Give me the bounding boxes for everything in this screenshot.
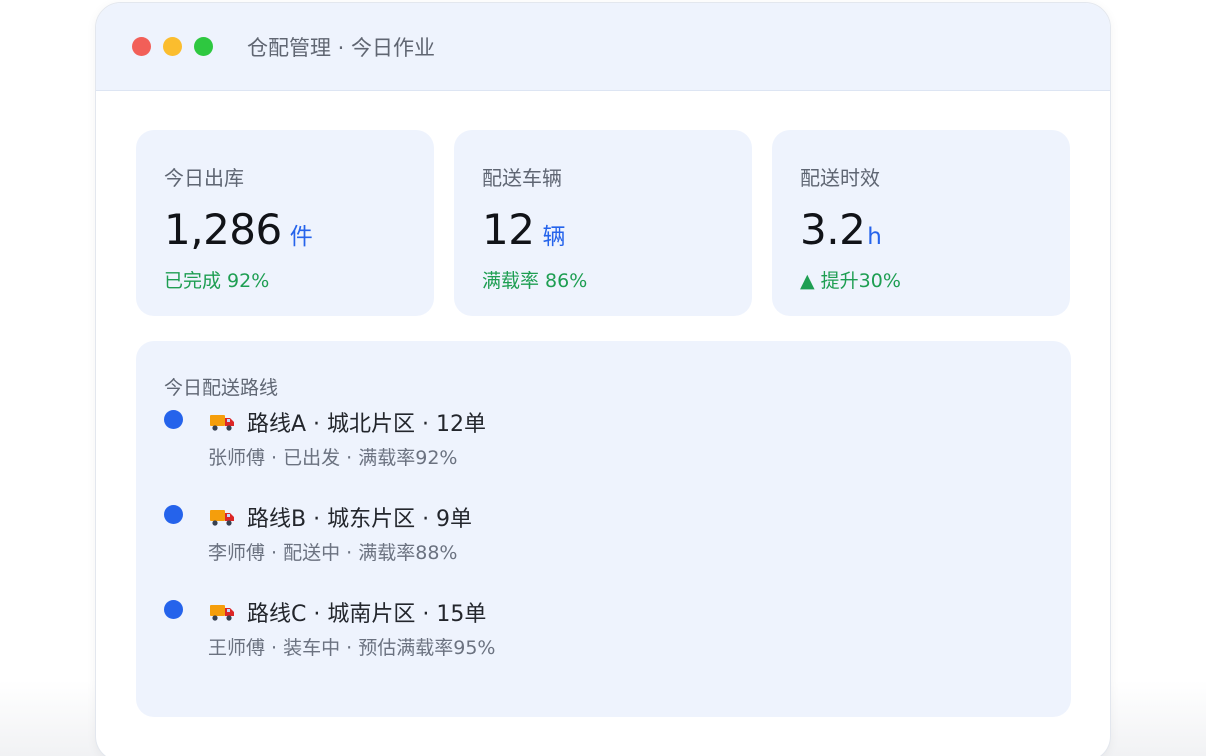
stat-value: 12: [482, 205, 535, 254]
route-name: 路线A · 城北片区 · 12单: [247, 412, 487, 437]
route-detail: 李师傅 · 配送中 · 满载率88%: [208, 542, 458, 564]
stat-card-delivery-time: 配送时效 3.2 h ▲ 提升30%: [772, 130, 1070, 316]
stat-subtext: 满载率 86%: [482, 270, 588, 292]
route-name: 路线C · 城南片区 · 15单: [247, 602, 487, 627]
title-bar: 仓配管理 · 今日作业: [96, 3, 1110, 91]
truck-icon: [210, 510, 234, 526]
stat-unit: 件: [289, 224, 313, 250]
stat-card-vehicles: 配送车辆 12 辆 满载率 86%: [454, 130, 752, 316]
app-window: 仓配管理 · 今日作业 今日出库 1,286 件 已完成 92% 配送车辆 12…: [95, 2, 1111, 756]
truck-icon: [210, 415, 234, 431]
close-window-button[interactable]: [132, 37, 151, 56]
window-title: 仓配管理 · 今日作业: [247, 35, 436, 60]
stat-card-outbound: 今日出库 1,286 件 已完成 92%: [136, 130, 434, 316]
stat-value: 3.2: [800, 205, 866, 254]
stat-unit: 辆: [542, 224, 566, 250]
routes-title: 今日配送路线: [164, 377, 279, 399]
route-status-dot: [164, 505, 183, 524]
route-item[interactable]: 路线A · 城北片区 · 12单 张师傅 · 已出发 · 满载率92%: [164, 400, 1071, 495]
page: 仓配管理 · 今日作业 今日出库 1,286 件 已完成 92% 配送车辆 12…: [0, 0, 1206, 756]
route-detail: 张师傅 · 已出发 · 满载率92%: [208, 447, 458, 469]
route-item[interactable]: 路线C · 城南片区 · 15单 王师傅 · 装车中 · 预估满载率95%: [164, 590, 1071, 685]
stat-unit: h: [867, 224, 882, 250]
stat-value: 1,286: [164, 205, 282, 254]
minimize-window-button[interactable]: [163, 37, 182, 56]
route-detail: 王师傅 · 装车中 · 预估满载率95%: [208, 637, 496, 659]
route-item[interactable]: 路线B · 城东片区 · 9单 李师傅 · 配送中 · 满载率88%: [164, 495, 1071, 590]
stat-label: 配送车辆: [482, 166, 562, 190]
maximize-window-button[interactable]: [194, 37, 213, 56]
stat-subtext: ▲ 提升30%: [800, 270, 901, 292]
route-status-dot: [164, 600, 183, 619]
stat-label: 配送时效: [800, 166, 880, 190]
stat-subtext: 已完成 92%: [164, 270, 270, 292]
truck-icon: [210, 605, 234, 621]
stat-label: 今日出库: [164, 166, 244, 190]
routes-panel: 今日配送路线 路线A · 城北片区 · 12单 张师傅 · 已出发 · 满载率9…: [136, 341, 1071, 717]
route-name: 路线B · 城东片区 · 9单: [247, 507, 473, 532]
route-status-dot: [164, 410, 183, 429]
stats-row: 今日出库 1,286 件 已完成 92% 配送车辆 12 辆 满载率 86% 配…: [136, 130, 1070, 316]
